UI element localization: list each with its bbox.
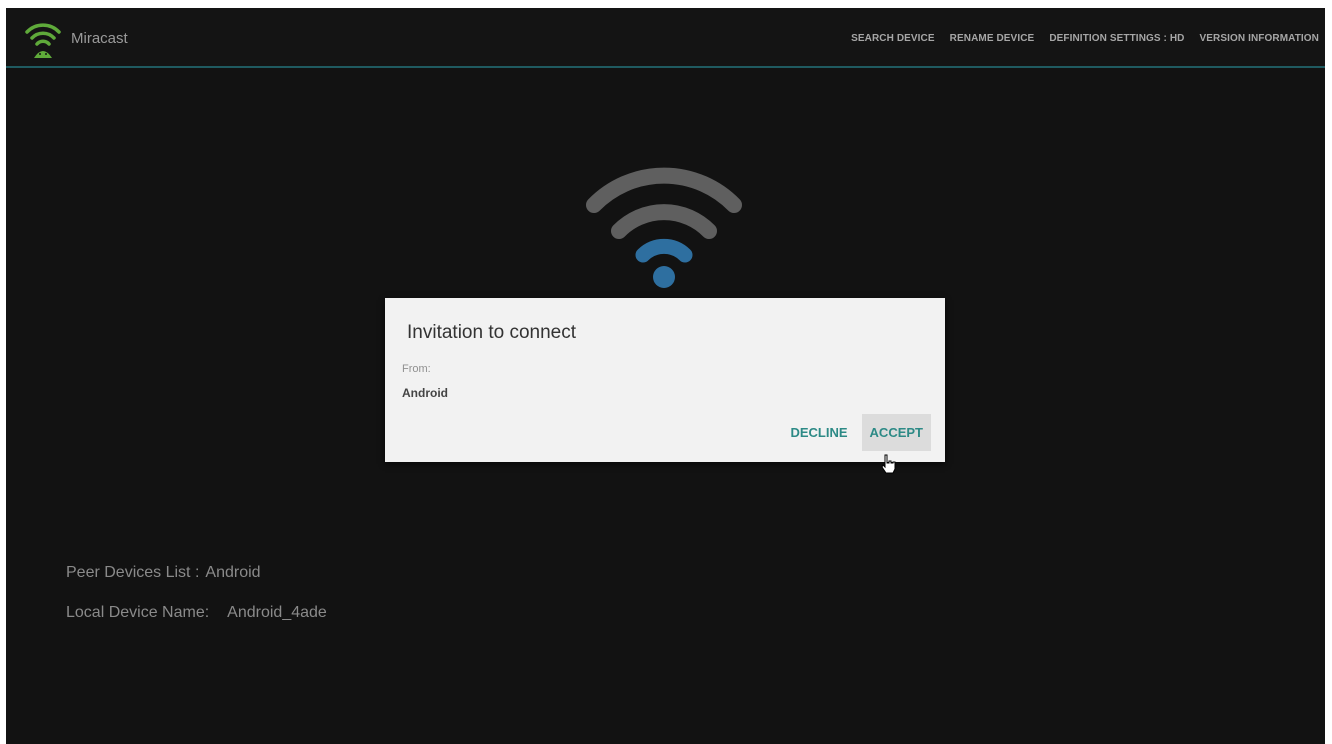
miracast-screen: Miracast SEARCH DEVICE RENAME DEVICE DEF…	[6, 8, 1325, 744]
local-device-value: Android_4ade	[227, 604, 327, 621]
invitation-dialog: Invitation to connect From: Android DECL…	[385, 298, 945, 462]
local-device-info: Local Device Name: Android_4ade	[66, 604, 327, 622]
wifi-signal-icon	[586, 167, 742, 288]
miracast-wifi-icon	[25, 23, 61, 58]
definition-settings-button[interactable]: DEFINITION SETTINGS : HD	[1049, 33, 1184, 44]
dialog-actions: DECLINE ACCEPT	[782, 414, 931, 451]
top-bar: Miracast SEARCH DEVICE RENAME DEVICE DEF…	[6, 8, 1325, 68]
from-value: Android	[402, 386, 448, 400]
decline-button[interactable]: DECLINE	[782, 414, 855, 451]
hand-cursor-icon	[881, 454, 896, 474]
peer-devices-label: Peer Devices List :	[66, 564, 200, 581]
rename-device-button[interactable]: RENAME DEVICE	[950, 33, 1035, 44]
version-information-button[interactable]: VERSION INFORMATION	[1200, 33, 1320, 44]
dialog-title: Invitation to connect	[407, 322, 576, 343]
peer-devices-value: Android	[205, 564, 261, 581]
peer-devices-info: Peer Devices List : Android	[66, 564, 261, 582]
accept-button[interactable]: ACCEPT	[861, 414, 931, 451]
search-device-button[interactable]: SEARCH DEVICE	[851, 33, 935, 44]
top-menu: SEARCH DEVICE RENAME DEVICE DEFINITION S…	[851, 33, 1319, 44]
from-label: From:	[402, 363, 431, 375]
app-title: Miracast	[71, 30, 128, 47]
local-device-label: Local Device Name:	[66, 604, 210, 621]
